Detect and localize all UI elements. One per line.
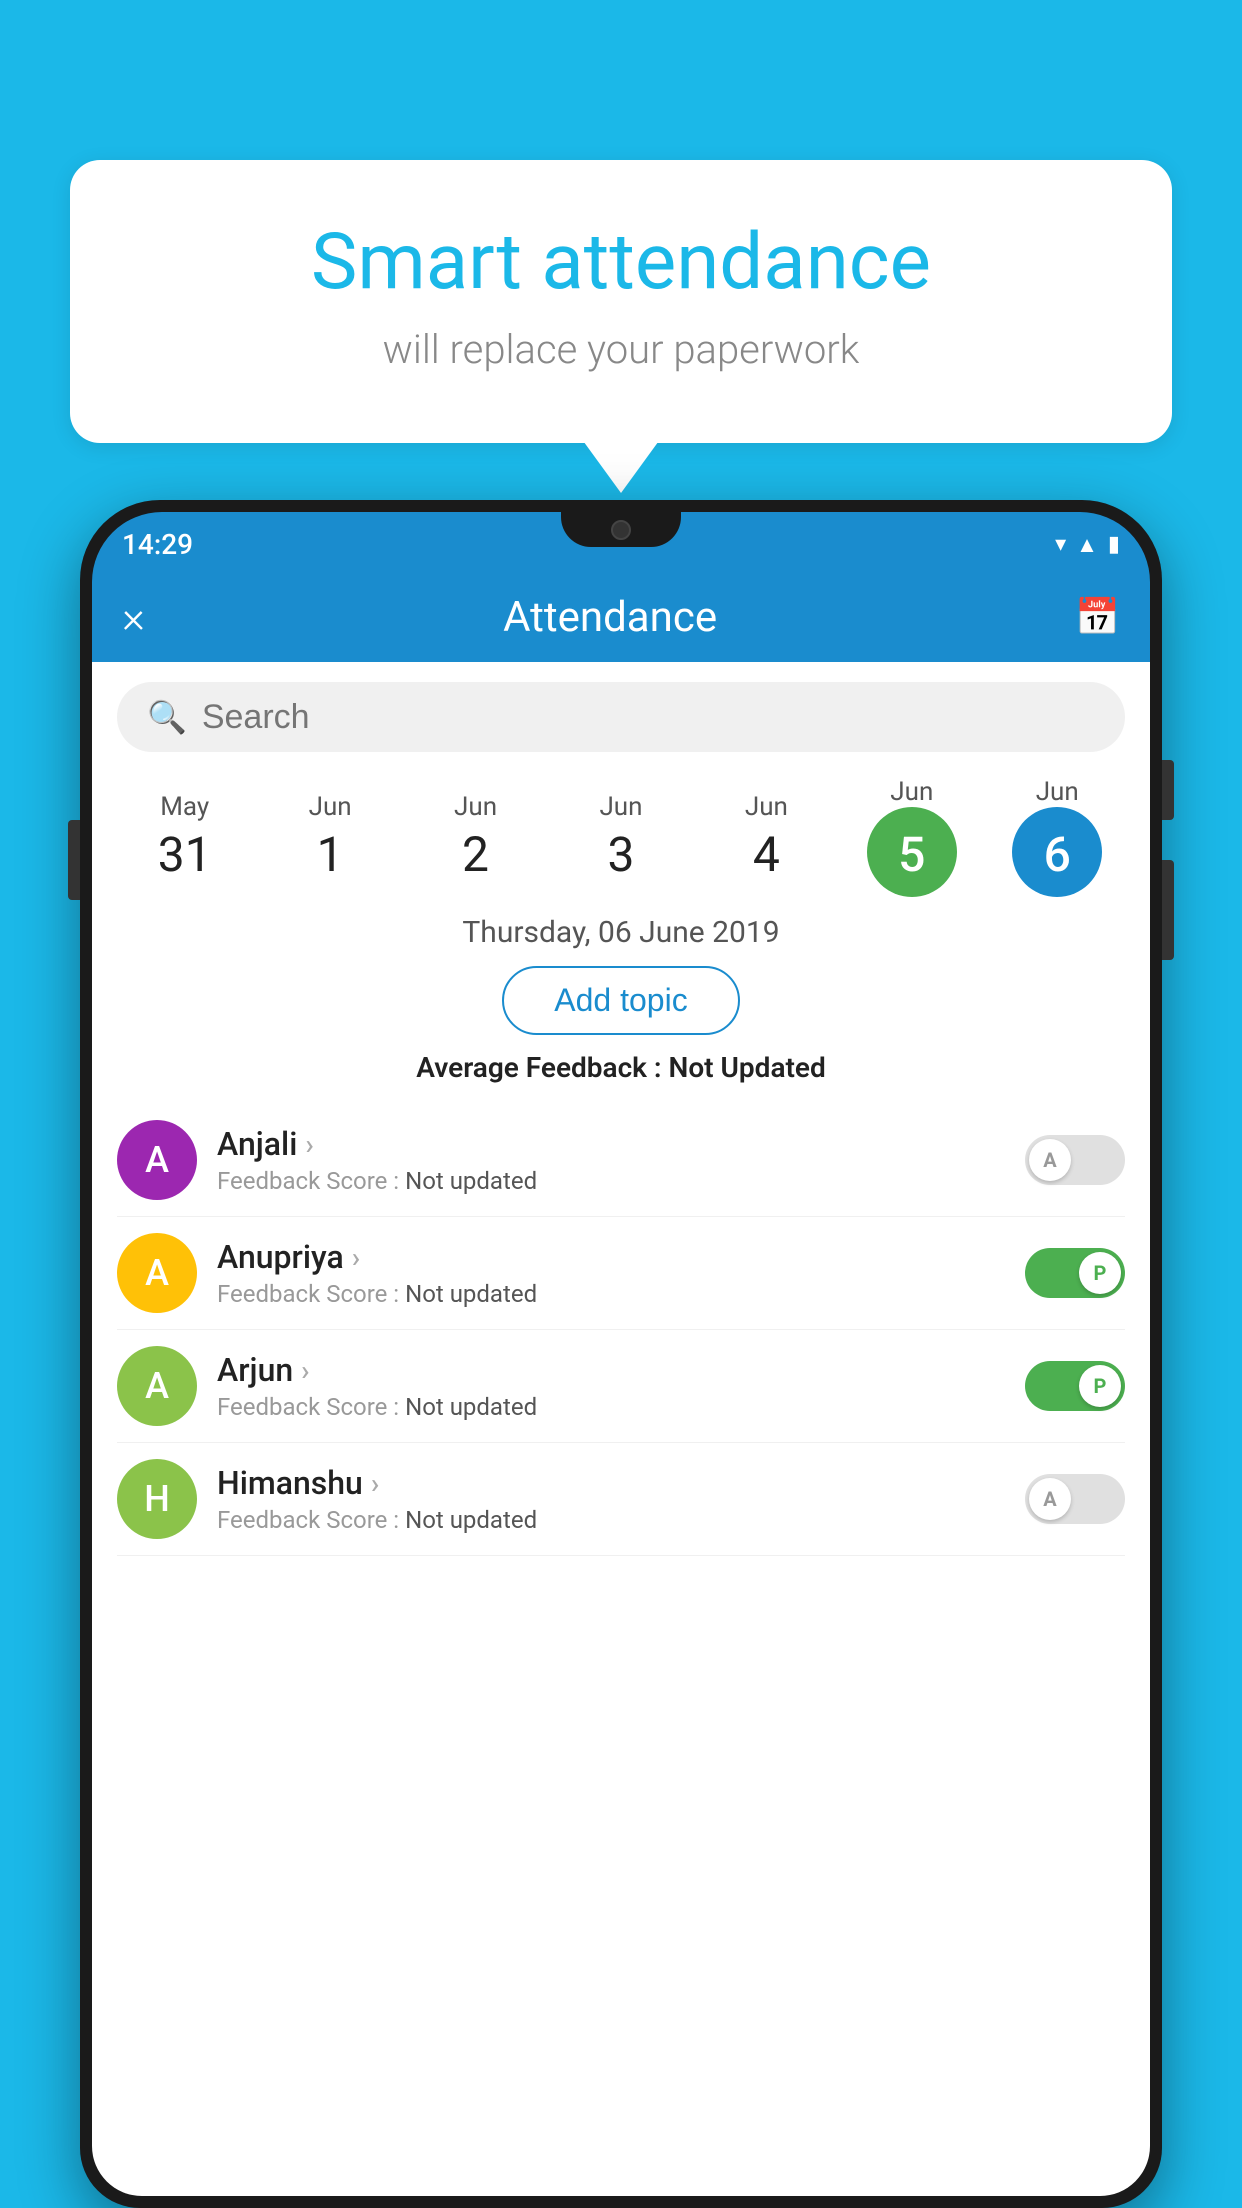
- phone-notch: [561, 512, 681, 547]
- date-col-jun1[interactable]: Jun 1: [265, 792, 395, 883]
- side-button-right-1: [1162, 760, 1174, 820]
- bubble-title: Smart attendance: [150, 220, 1092, 306]
- chevron-icon: ›: [352, 1241, 360, 1274]
- student-item-arjun[interactable]: A Arjun › Feedback Score : Not updated P: [117, 1330, 1125, 1443]
- student-feedback-himanshu: Feedback Score : Not updated: [217, 1506, 1005, 1534]
- avg-feedback-value: Not Updated: [669, 1051, 826, 1084]
- signal-icon: ▲: [1076, 532, 1098, 558]
- camera: [611, 520, 631, 540]
- student-name-anupriya: Anupriya ›: [217, 1238, 1005, 1276]
- student-item-himanshu[interactable]: H Himanshu › Feedback Score : Not update…: [117, 1443, 1125, 1556]
- avatar-anupriya: A: [117, 1233, 197, 1313]
- toggle-knob-anupriya: P: [1079, 1252, 1121, 1294]
- student-item-anjali[interactable]: A Anjali › Feedback Score : Not updated …: [117, 1104, 1125, 1217]
- battery-icon: ▮: [1108, 532, 1120, 557]
- date-col-jun6[interactable]: Jun 6: [992, 777, 1122, 897]
- attendance-toggle-himanshu[interactable]: A: [1025, 1474, 1125, 1524]
- date-col-jun5[interactable]: Jun 5: [847, 777, 977, 897]
- attendance-toggle-anupriya[interactable]: P: [1025, 1248, 1125, 1298]
- date-col-jun3[interactable]: Jun 3: [556, 792, 686, 883]
- chevron-icon: ›: [301, 1354, 309, 1387]
- student-name-himanshu: Himanshu ›: [217, 1464, 1005, 1502]
- date-row: May 31 Jun 1 Jun 2 Jun 3 Jun 4: [92, 767, 1150, 897]
- toggle-knob-anjali: A: [1029, 1139, 1071, 1181]
- chevron-icon: ›: [305, 1128, 313, 1161]
- toggle-anjali[interactable]: A: [1025, 1135, 1125, 1185]
- search-bar[interactable]: 🔍: [117, 682, 1125, 752]
- phone-screen: 14:29 ▾ ▲ ▮ × Attendance 📅 🔍 May: [92, 512, 1150, 2196]
- student-name-anjali: Anjali ›: [217, 1125, 1005, 1163]
- student-item-anupriya[interactable]: A Anupriya › Feedback Score : Not update…: [117, 1217, 1125, 1330]
- search-input[interactable]: [202, 698, 1095, 737]
- student-info-arjun: Arjun › Feedback Score : Not updated: [217, 1351, 1005, 1421]
- student-feedback-anupriya: Feedback Score : Not updated: [217, 1280, 1005, 1308]
- bubble-subtitle: will replace your paperwork: [150, 326, 1092, 373]
- status-icons: ▾ ▲ ▮: [1055, 532, 1120, 558]
- date-col-jun4[interactable]: Jun 4: [701, 792, 831, 883]
- avg-feedback: Average Feedback : Not Updated: [92, 1051, 1150, 1084]
- student-info-anjali: Anjali › Feedback Score : Not updated: [217, 1125, 1005, 1195]
- selected-date-label: Thursday, 06 June 2019: [92, 915, 1150, 950]
- attendance-toggle-anjali[interactable]: A: [1025, 1135, 1125, 1185]
- toggle-knob-himanshu: A: [1029, 1478, 1071, 1520]
- date-col-jun2[interactable]: Jun 2: [411, 792, 541, 883]
- date-col-may31[interactable]: May 31: [120, 792, 250, 883]
- avatar-himanshu: H: [117, 1459, 197, 1539]
- student-info-himanshu: Himanshu › Feedback Score : Not updated: [217, 1464, 1005, 1534]
- app-header: × Attendance 📅: [92, 572, 1150, 662]
- attendance-toggle-arjun[interactable]: P: [1025, 1361, 1125, 1411]
- phone-frame: 14:29 ▾ ▲ ▮ × Attendance 📅 🔍 May: [80, 500, 1162, 2208]
- avg-feedback-label: Average Feedback :: [416, 1051, 668, 1084]
- student-feedback-arjun: Feedback Score : Not updated: [217, 1393, 1005, 1421]
- calendar-icon[interactable]: 📅: [1075, 596, 1120, 638]
- student-info-anupriya: Anupriya › Feedback Score : Not updated: [217, 1238, 1005, 1308]
- toggle-himanshu[interactable]: A: [1025, 1474, 1125, 1524]
- toggle-knob-arjun: P: [1079, 1365, 1121, 1407]
- add-topic-button[interactable]: Add topic: [502, 966, 739, 1035]
- toggle-anupriya[interactable]: P: [1025, 1248, 1125, 1298]
- search-icon: 🔍: [147, 698, 187, 736]
- student-name-arjun: Arjun ›: [217, 1351, 1005, 1389]
- status-time: 14:29: [122, 528, 193, 561]
- student-feedback-anjali: Feedback Score : Not updated: [217, 1167, 1005, 1195]
- speech-bubble-container: Smart attendance will replace your paper…: [70, 160, 1172, 443]
- toggle-arjun[interactable]: P: [1025, 1361, 1125, 1411]
- student-list: A Anjali › Feedback Score : Not updated …: [92, 1104, 1150, 1556]
- wifi-icon: ▾: [1055, 532, 1066, 557]
- avatar-arjun: A: [117, 1346, 197, 1426]
- side-button-left: [68, 820, 80, 900]
- app-title: Attendance: [503, 593, 717, 642]
- speech-bubble: Smart attendance will replace your paper…: [70, 160, 1172, 443]
- avatar-anjali: A: [117, 1120, 197, 1200]
- chevron-icon: ›: [371, 1467, 379, 1500]
- app-content: 🔍 May 31 Jun 1 Jun 2 Jun: [92, 662, 1150, 2196]
- side-button-right-2: [1162, 860, 1174, 960]
- close-button[interactable]: ×: [122, 591, 145, 643]
